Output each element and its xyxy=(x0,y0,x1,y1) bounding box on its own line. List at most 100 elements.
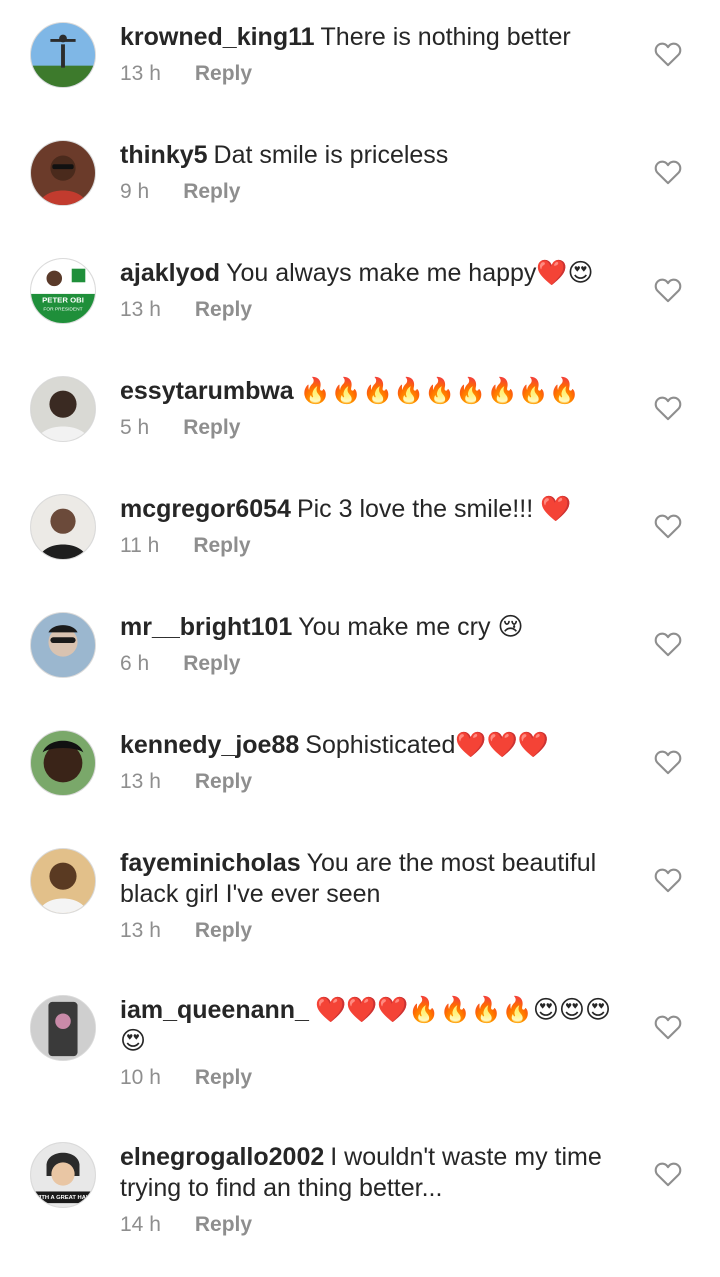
comment-meta: 13 h Reply xyxy=(120,297,630,323)
comment-meta: 13 h Reply xyxy=(120,918,630,944)
heart-outline-icon xyxy=(654,632,682,657)
comment-time: 13 h xyxy=(120,919,161,942)
comment-text-line: essytarumbwa 🔥🔥🔥🔥🔥🔥🔥🔥🔥 xyxy=(120,376,630,407)
comment-meta: 14 h Reply xyxy=(120,1212,630,1238)
comment-username[interactable]: elnegrogallo2002 xyxy=(120,1143,324,1171)
reply-button[interactable]: Reply xyxy=(193,533,250,559)
like-button[interactable] xyxy=(654,749,682,775)
comment-meta: 10 h Reply xyxy=(120,1065,630,1091)
reply-button[interactable]: Reply xyxy=(195,1065,252,1091)
reply-button[interactable]: Reply xyxy=(195,297,252,323)
avatar-image: WITH A GREAT HAIR xyxy=(31,1143,95,1207)
comment-text-line: fayeminicholas You are the most beautiful… xyxy=(120,848,630,910)
reply-button[interactable]: Reply xyxy=(183,179,240,205)
comment-meta: 9 h Reply xyxy=(120,179,630,205)
avatar[interactable] xyxy=(30,494,96,560)
comment-text-line: krowned_king11 There is nothing better xyxy=(120,22,630,53)
heart-outline-icon xyxy=(654,42,682,67)
avatar[interactable] xyxy=(30,848,96,914)
comment-text: You make me cry 😢 xyxy=(298,613,524,641)
like-button[interactable] xyxy=(654,277,682,303)
avatar-image: PETER OBI FOR PRESIDENT xyxy=(31,259,95,323)
like-button[interactable] xyxy=(654,1161,682,1187)
avatar[interactable] xyxy=(30,22,96,88)
comment-username[interactable]: fayeminicholas xyxy=(120,849,301,877)
comment-text-line: mr__bright101 You make me cry 😢 xyxy=(120,612,630,643)
reply-button[interactable]: Reply xyxy=(195,769,252,795)
comment-username[interactable]: mcgregor6054 xyxy=(120,495,291,523)
reply-button[interactable]: Reply xyxy=(195,918,252,944)
comment-body: essytarumbwa 🔥🔥🔥🔥🔥🔥🔥🔥🔥 5 h Reply xyxy=(120,376,630,441)
avatar[interactable] xyxy=(30,995,96,1061)
avatar-face xyxy=(49,862,77,890)
avatar-face xyxy=(49,390,77,418)
comment-time: 11 h xyxy=(120,534,160,557)
heart-outline-icon xyxy=(654,1162,682,1187)
comment-text-line: iam_queenann_ ❤️❤️❤️🔥🔥🔥🔥😍😍😍😍 xyxy=(120,995,630,1057)
comment-meta: 5 h Reply xyxy=(120,415,630,441)
like-button[interactable] xyxy=(654,395,682,421)
avatar[interactable]: WITH A GREAT HAIR xyxy=(30,1142,96,1208)
comment-username[interactable]: krowned_king11 xyxy=(120,23,315,51)
comment-body: iam_queenann_ ❤️❤️❤️🔥🔥🔥🔥😍😍😍😍 10 h Reply xyxy=(120,995,630,1091)
avatar-image xyxy=(31,141,95,205)
reply-button[interactable]: Reply xyxy=(183,415,240,441)
avatar-caption: WITH A GREAT HAIR xyxy=(34,1195,92,1201)
comment-username[interactable]: kennedy_joe88 xyxy=(120,731,299,759)
comment-time: 14 h xyxy=(120,1213,161,1236)
like-button[interactable] xyxy=(654,41,682,67)
avatar[interactable] xyxy=(30,140,96,206)
comment-text-line: kennedy_joe88 Sophisticated❤️❤️❤️ xyxy=(120,730,630,761)
comment-time: 13 h xyxy=(120,62,161,85)
heart-outline-icon xyxy=(654,396,682,421)
avatar-ground xyxy=(31,65,95,87)
avatar-caption: PETER OBI xyxy=(42,296,84,305)
comment-username[interactable]: thinky5 xyxy=(120,141,208,169)
comment-time: 6 h xyxy=(120,652,150,675)
comment-time: 13 h xyxy=(120,770,161,793)
avatar-image xyxy=(31,377,95,441)
avatar-image xyxy=(31,495,95,559)
comment-username[interactable]: ajaklyod xyxy=(120,259,220,287)
comment-text: Dat smile is priceless xyxy=(213,141,449,169)
comment-meta: 11 h Reply xyxy=(120,533,630,559)
like-button[interactable] xyxy=(654,867,682,893)
heart-outline-icon xyxy=(654,750,682,775)
heart-outline-icon xyxy=(654,868,682,893)
avatar[interactable] xyxy=(30,612,96,678)
heart-outline-icon xyxy=(654,1015,682,1040)
avatar-image xyxy=(31,23,95,87)
avatar-image xyxy=(31,731,95,795)
comment-text: Pic 3 love the smile!!! ❤️ xyxy=(296,495,572,523)
comment-body: thinky5 Dat smile is priceless 9 h Reply xyxy=(120,140,630,205)
comment-time: 9 h xyxy=(120,180,150,203)
comment-body: krowned_king11 There is nothing better 13… xyxy=(120,22,630,87)
avatar-image xyxy=(31,996,95,1060)
comment-text-line: elnegrogallo2002 I wouldn't waste my time… xyxy=(120,1142,630,1204)
avatar[interactable] xyxy=(30,376,96,442)
comment-username[interactable]: iam_queenann_ xyxy=(120,996,309,1024)
comment-username[interactable]: essytarumbwa xyxy=(120,377,294,405)
avatar[interactable] xyxy=(30,730,96,796)
comment-body: mr__bright101 You make me cry 😢 6 h Reply xyxy=(120,612,630,677)
comment-meta: 13 h Reply xyxy=(120,61,630,87)
comment-text-line: ajaklyod You always make me happy❤️😍 xyxy=(120,258,630,289)
like-button[interactable] xyxy=(654,1014,682,1040)
avatar[interactable]: PETER OBI FOR PRESIDENT xyxy=(30,258,96,324)
reply-button[interactable]: Reply xyxy=(183,651,240,677)
comment-text: There is nothing better xyxy=(320,23,571,51)
comment-text: Sophisticated❤️❤️❤️ xyxy=(305,731,549,759)
avatar-face xyxy=(50,508,76,534)
comment-body: ajaklyod You always make me happy❤️😍 13 h… xyxy=(120,258,630,323)
reply-button[interactable]: Reply xyxy=(195,61,252,87)
like-button[interactable] xyxy=(654,513,682,539)
heart-outline-icon xyxy=(654,278,682,303)
avatar-caption: FOR PRESIDENT xyxy=(43,306,82,312)
comment-time: 5 h xyxy=(120,416,150,439)
like-button[interactable] xyxy=(654,631,682,657)
comment-body: fayeminicholas You are the most beautiful… xyxy=(120,848,630,944)
like-button[interactable] xyxy=(654,159,682,185)
comment-username[interactable]: mr__bright101 xyxy=(120,613,292,641)
avatar-image xyxy=(31,849,95,913)
reply-button[interactable]: Reply xyxy=(195,1212,252,1238)
